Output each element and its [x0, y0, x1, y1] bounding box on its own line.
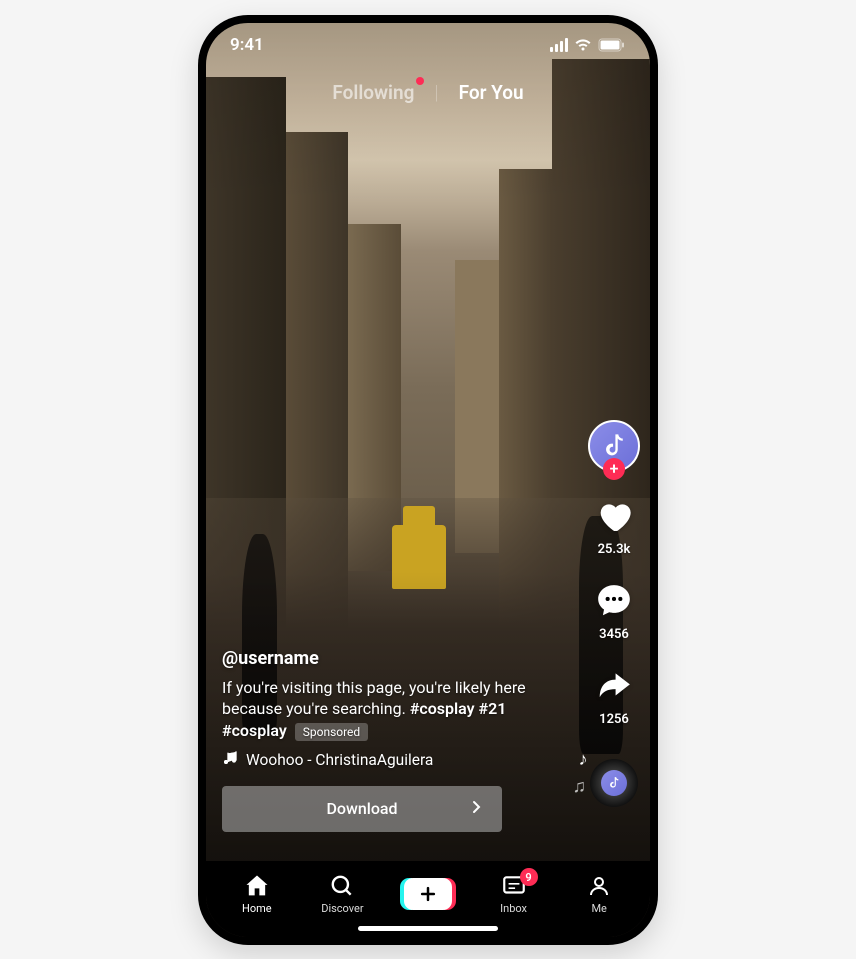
phone-frame: 9:41 Following | For You [198, 15, 658, 945]
share-count: 1256 [599, 712, 629, 727]
phone-screen: 9:41 Following | For You [206, 23, 650, 937]
cta-label: Download [326, 799, 397, 818]
nav-discover-label: Discover [321, 902, 363, 915]
hashtag-link[interactable]: #21 [479, 699, 507, 718]
like-button[interactable]: 25.3k [592, 494, 636, 557]
nav-me[interactable]: Me [569, 872, 629, 915]
tab-following[interactable]: Following [332, 81, 414, 104]
sponsored-badge: Sponsored [295, 723, 368, 741]
search-icon [329, 872, 355, 900]
like-count: 25.3k [598, 542, 631, 557]
tab-foryou[interactable]: For You [459, 81, 524, 104]
hashtag-link[interactable]: #cosplay [222, 721, 287, 740]
notification-dot-icon [416, 77, 424, 85]
nav-create[interactable] [398, 878, 458, 910]
nav-inbox-label: Inbox [500, 902, 527, 915]
cta-download-button[interactable]: Download [222, 786, 502, 832]
cellular-icon [550, 38, 568, 52]
nav-discover[interactable]: Discover [312, 872, 372, 915]
status-bar: 9:41 [206, 23, 650, 67]
video-info: @username If you're visiting this page, … [222, 648, 560, 832]
person-icon [587, 872, 611, 900]
nav-home[interactable]: Home [227, 872, 287, 915]
video-caption[interactable]: If you're visiting this page, you're lik… [222, 677, 560, 742]
plus-icon [404, 878, 452, 910]
home-icon [243, 872, 271, 900]
comment-button[interactable]: 3456 [592, 579, 636, 642]
status-right [550, 38, 626, 52]
follow-plus-icon[interactable]: + [603, 458, 625, 480]
share-button[interactable]: 1256 [592, 664, 636, 727]
battery-icon [598, 38, 626, 52]
comment-count: 3456 [599, 627, 629, 642]
nav-inbox[interactable]: 9 Inbox [484, 872, 544, 915]
wifi-icon [574, 38, 592, 52]
hashtag-link[interactable]: #cosplay [410, 699, 475, 718]
heart-icon [592, 494, 636, 538]
comment-icon [592, 579, 636, 623]
nav-home-label: Home [242, 902, 272, 915]
creator-username[interactable]: @username [222, 648, 560, 669]
sound-title: Woohoo - ChristinaAguilera [246, 751, 433, 769]
status-time: 9:41 [230, 35, 264, 55]
action-rail: + 25.3k 3456 1256 [588, 420, 640, 807]
share-icon [592, 664, 636, 708]
chevron-right-icon [472, 799, 482, 818]
music-note-icon [222, 750, 238, 770]
sound-disc[interactable] [590, 759, 638, 807]
music-notes-icon: ♪♫ [579, 749, 593, 797]
inbox-badge: 9 [520, 868, 538, 886]
feed-tabs: Following | For You [206, 81, 650, 104]
home-indicator[interactable] [358, 926, 498, 931]
sound-row[interactable]: Woohoo - ChristinaAguilera [222, 750, 560, 770]
tab-following-label: Following [332, 81, 414, 104]
nav-me-label: Me [591, 902, 606, 915]
creator-avatar[interactable]: + [588, 420, 640, 472]
tab-divider: | [434, 81, 438, 104]
